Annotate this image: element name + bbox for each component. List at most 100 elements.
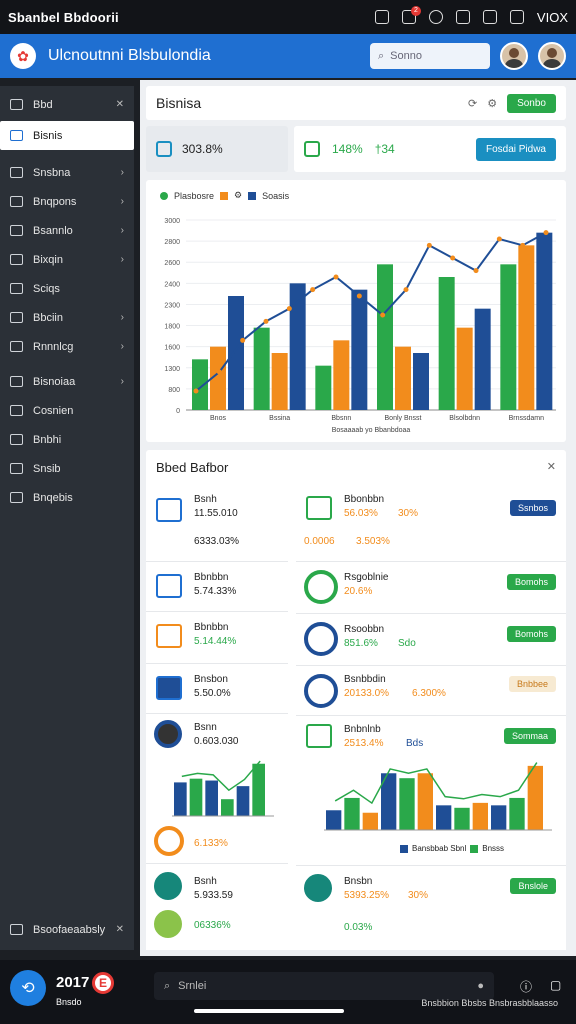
sidebar-item-14[interactable]: Bnqebis (0, 483, 134, 512)
chart-point (473, 268, 479, 274)
mini-chart-left (172, 760, 274, 817)
row-extra: 6.300% (412, 688, 446, 699)
chart-point (496, 236, 502, 242)
sidebar-item-10[interactable]: Bisnoiaa › (0, 367, 134, 396)
status-badge[interactable]: Ssnbos (509, 500, 556, 516)
clock-time: 2017 (56, 974, 90, 991)
status-badge[interactable]: Bomohs (506, 626, 556, 642)
mic-icon[interactable]: ● (477, 980, 484, 992)
sidebar-item-5[interactable]: Bsannlo › (0, 216, 134, 245)
row-name: Bbnbbn (194, 622, 229, 633)
y-tick-label: 2800 (164, 239, 180, 246)
list-item[interactable]: Bsnbbdin 20133.0% 6.300% Bnbbee (296, 666, 566, 716)
list-item[interactable]: Rsgoblnie 20.6% Bomohs (296, 562, 566, 614)
mini-bar (417, 773, 433, 830)
status-badge[interactable]: Bnslole (510, 878, 556, 894)
chart-icon (10, 341, 23, 352)
list-item[interactable]: Bnsbon 5.50.0% (146, 664, 288, 714)
row-name: Bsnn (194, 722, 217, 733)
mini-bar (326, 810, 342, 830)
legend-swatch-blue (400, 844, 408, 853)
status-badge[interactable]: Bomohs (506, 574, 556, 590)
sidebar-item-8[interactable]: Bbciin › (0, 303, 134, 332)
mini-bar (454, 807, 470, 830)
list-item[interactable]: Rsoobbn 851.6% Sdo Bomohs (296, 614, 566, 666)
row-extra: 30% (408, 890, 429, 901)
home-indicator[interactable] (194, 1009, 344, 1013)
notification-badge: 2 (410, 6, 421, 16)
chevron-right-icon: › (120, 254, 124, 265)
settings-icon[interactable]: ⚙ (487, 97, 497, 110)
coin-icon (154, 826, 184, 856)
list-item[interactable]: Bbnbbn 5.74.33% (146, 562, 288, 612)
list-item[interactable]: Bsnh 11.55.010 6333.03% (146, 486, 288, 562)
sidebar-item-label: Bbciin (33, 311, 63, 324)
list-item[interactable]: Bsnh 5.933.59 06336% (146, 864, 288, 950)
refresh-icon[interactable]: ⟳ (468, 97, 477, 110)
screenshot-icon[interactable] (374, 10, 389, 24)
sidebar-item-1[interactable]: Bbd ✕ (0, 90, 134, 119)
sidebar-item-4[interactable]: Bnqpons › (0, 187, 134, 216)
x-tick-label: Brnssdamn (509, 415, 545, 422)
row-value: 5.50.0% (194, 688, 231, 699)
list-item[interactable]: Bnsbn 5393.25% 30% Bnslole 0.03% (296, 866, 566, 950)
header-action-button[interactable]: Sonbo (507, 93, 556, 113)
row-extra: Sdo (398, 638, 416, 649)
status-badge[interactable]: Bnbbee (508, 676, 556, 692)
main-chart: 3000 2800 2600 2400 2300 1800 1600 1300 800 0 Bnos… (164, 218, 556, 434)
taskbar-search[interactable]: ⌕ Srnlei ● (154, 972, 494, 1000)
list-item[interactable]: Bbnbbn 5.14.44% (146, 612, 288, 664)
chart-bar (253, 327, 270, 410)
sidebar-item-3[interactable]: Snsbna › (0, 158, 134, 187)
settings-icon[interactable] (428, 10, 443, 24)
chart-bar (333, 340, 350, 410)
status-badge[interactable]: Sommaa (503, 728, 556, 744)
sidebar-item-12[interactable]: Bnbhi (0, 425, 134, 454)
taskbar-search-placeholder: Srnlei (178, 980, 207, 992)
close-icon[interactable]: ✕ (116, 99, 124, 110)
chart-point (450, 255, 456, 261)
chart-bar (377, 264, 393, 410)
close-icon[interactable]: ✕ (547, 460, 556, 473)
sidebar-item-7[interactable]: Sciqs (0, 274, 134, 303)
mini-bar (205, 780, 218, 816)
mini-bar (344, 797, 360, 830)
list-item[interactable]: Bnbnlnb 2513.4% Bds Sommaa Bansbbab Sbnl… (296, 716, 566, 866)
y-tick-label: 0 (176, 408, 180, 415)
stat-action-button[interactable]: Fosdai Pidwa (475, 137, 556, 161)
info-icon[interactable]: ⓘ (520, 978, 532, 995)
row-name: Bbonbbn (344, 494, 385, 505)
sidebar-item-9[interactable]: Rnnnlcg › (0, 332, 134, 361)
notification-icon[interactable]: 2 (401, 6, 421, 24)
avatar-user-2[interactable] (538, 42, 566, 70)
row-value: 5393.25% (344, 890, 390, 901)
row-extra: 3.503% (356, 536, 390, 547)
chart-bar (438, 277, 455, 410)
launcher-button[interactable]: ⟲ (10, 970, 46, 1006)
clipboard-icon[interactable]: ▢ (550, 978, 561, 992)
sidebar-footer-item[interactable]: Bsoofaeaabsly ✕ (0, 915, 134, 944)
home-icon[interactable] (455, 10, 470, 24)
y-tick-label: 3000 (164, 218, 180, 225)
sidebar-item-2[interactable]: Bisnis (0, 121, 134, 150)
store-icon (156, 498, 182, 522)
close-icon[interactable]: ✕ (116, 924, 124, 935)
window-icon[interactable] (509, 10, 524, 24)
list-item[interactable]: Bsnn 0.603.030 6.133% (146, 714, 288, 864)
search-input[interactable]: ⌕ Sonno (370, 43, 490, 69)
y-tick-label: 1800 (164, 324, 180, 331)
row-value: 11.55.010 (194, 508, 238, 519)
app-logo[interactable]: ✿ (10, 43, 36, 69)
avatar-user-1[interactable] (500, 42, 528, 70)
y-tick-label: 800 (168, 387, 180, 394)
row-value: 5.14.44% (194, 636, 237, 647)
sidebar-item-13[interactable]: Snsib (0, 454, 134, 483)
stat-primary-value: 303.8% (182, 142, 223, 156)
sidebar-item-6[interactable]: Bixqin › (0, 245, 134, 274)
shield-icon[interactable] (482, 10, 497, 24)
list-item[interactable]: Bbonbbn 56.03% 30% Ssnbos 0.0006 3.503% (296, 486, 566, 562)
app-badge-icon[interactable]: E (92, 972, 114, 994)
calendar-icon (10, 225, 23, 236)
sidebar-item-11[interactable]: Cosnien (0, 396, 134, 425)
row-extra: Bds (406, 738, 424, 749)
